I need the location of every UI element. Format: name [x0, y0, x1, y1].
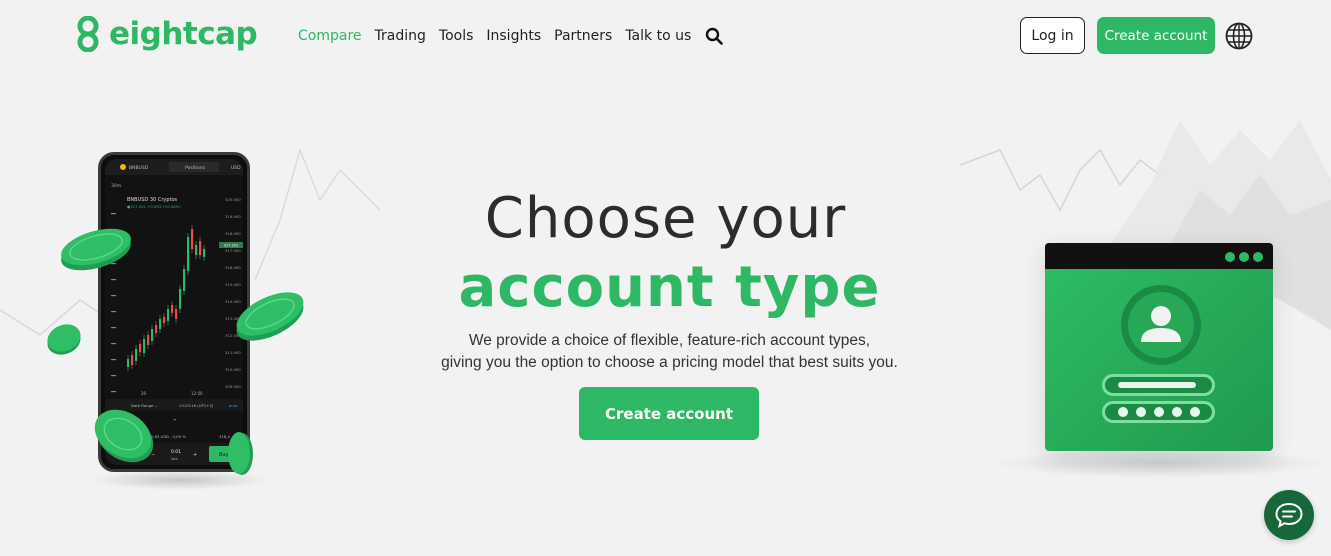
create-account-header-button[interactable]: Create account	[1097, 17, 1215, 54]
phone-collapse-icon: ^	[173, 419, 177, 425]
card-title-bar	[1045, 243, 1273, 269]
phone-price-tick: 309.000	[225, 384, 241, 389]
create-account-hero-button[interactable]: Create account	[579, 387, 759, 440]
user-icon	[1141, 306, 1181, 342]
logo-mark-icon	[77, 16, 99, 52]
nav-item-tools[interactable]: Tools	[439, 28, 474, 44]
nav-item-insights[interactable]: Insights	[486, 28, 541, 44]
window-dot-icon	[1225, 252, 1235, 262]
phone-positions-tab: Positions	[185, 165, 206, 171]
eightcap-logo[interactable]: eightcap	[75, 16, 258, 52]
chat-icon	[1275, 502, 1303, 528]
card-shadow	[990, 448, 1330, 478]
phone-time-label-1: 29	[141, 391, 147, 396]
coin-icon	[228, 432, 253, 475]
nav-item-partners[interactable]: Partners	[554, 28, 612, 44]
phone-lots-label: lots	[171, 456, 178, 461]
account-card-illustration	[1045, 243, 1273, 451]
phone-symbol: BNBUSD	[129, 165, 149, 171]
phone-lots-value: 0.01	[171, 449, 181, 455]
phone-auto: auto	[229, 403, 238, 408]
logo-text: eightcap	[109, 16, 258, 52]
hero-subtitle-line1: We provide a choice of flexible, feature…	[468, 332, 871, 349]
main-nav: Compare Trading Tools Insights Partners …	[298, 27, 724, 45]
phone-candle	[159, 319, 162, 329]
nav-item-compare[interactable]: Compare	[298, 28, 362, 44]
coin-icon	[94, 409, 154, 463]
chat-button[interactable]	[1264, 490, 1314, 540]
window-dot-icon	[1253, 252, 1263, 262]
search-icon[interactable]	[705, 27, 724, 45]
phone-clock: 13:23:16 (UTC+2)	[179, 403, 214, 408]
username-field-illustration	[1102, 374, 1215, 396]
phone-time-label-2: 12:00	[191, 391, 203, 396]
site-header: eightcap Compare Trading Tools Insights …	[0, 0, 1331, 72]
window-dot-icon	[1239, 252, 1249, 262]
nav-item-talk-to-us[interactable]: Talk to us	[625, 28, 691, 44]
login-button[interactable]: Log in	[1020, 17, 1085, 54]
hero-subtitle-line2: giving you the option to choose a pricin…	[441, 354, 898, 371]
globe-icon[interactable]	[1224, 21, 1254, 51]
phone-plus-icon: +	[193, 452, 197, 458]
hero-title-line1: Choose your	[484, 186, 847, 251]
avatar	[1121, 285, 1201, 365]
phone-currency: USD	[231, 165, 241, 171]
nav-item-trading[interactable]: Trading	[375, 28, 426, 44]
password-field-illustration	[1102, 401, 1215, 423]
